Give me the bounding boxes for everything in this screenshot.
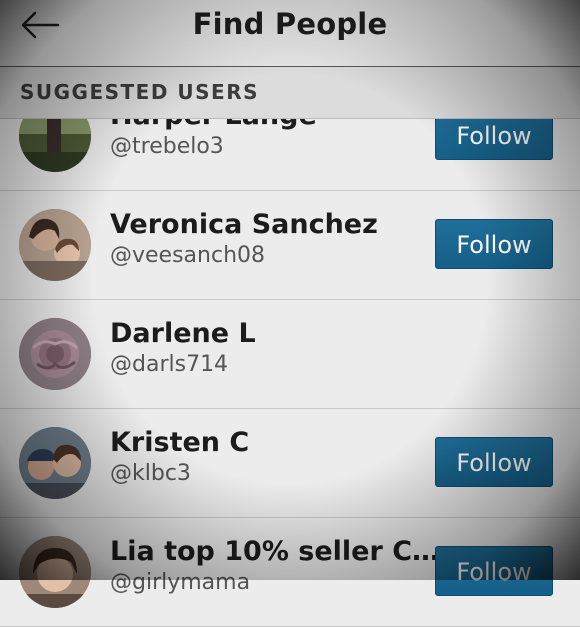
avatar[interactable] [19, 536, 91, 608]
user-name: Kristen C [110, 427, 250, 458]
user-handle: @klbc3 [110, 461, 191, 486]
list-item[interactable]: Lia top 10% seller Cast... @girlymama Fo… [0, 518, 580, 627]
avatar-photo [19, 536, 91, 608]
avatar[interactable] [19, 427, 91, 499]
avatar[interactable] [19, 318, 91, 390]
top-bar: Find People [0, 0, 580, 67]
avatar-photo [19, 318, 91, 390]
user-handle: @trebelo3 [110, 134, 224, 159]
user-list: Harper Lange @trebelo3 Follow Veronica S… [0, 82, 580, 627]
list-item[interactable]: Veronica Sanchez @veesanch08 Follow [0, 191, 580, 300]
section-label: SUGGESTED USERS [20, 80, 260, 104]
avatar-photo [19, 209, 91, 281]
section-header: SUGGESTED USERS [0, 67, 580, 119]
follow-button[interactable]: Follow [435, 219, 553, 269]
user-name: Darlene L [110, 318, 256, 349]
list-item[interactable]: Darlene L @darls714 [0, 300, 580, 409]
user-handle: @darls714 [110, 352, 229, 377]
user-name: Lia top 10% seller Cast... [110, 536, 440, 567]
list-item[interactable]: Kristen C @klbc3 Follow [0, 409, 580, 518]
page-title: Find People [192, 7, 388, 41]
follow-button[interactable]: Follow [435, 546, 553, 596]
user-handle: @veesanch08 [110, 243, 266, 268]
follow-button[interactable]: Follow [435, 437, 553, 487]
avatar-photo [19, 427, 91, 499]
user-handle: @girlymama [110, 570, 251, 595]
user-name: Veronica Sanchez [110, 209, 378, 240]
avatar[interactable] [19, 209, 91, 281]
